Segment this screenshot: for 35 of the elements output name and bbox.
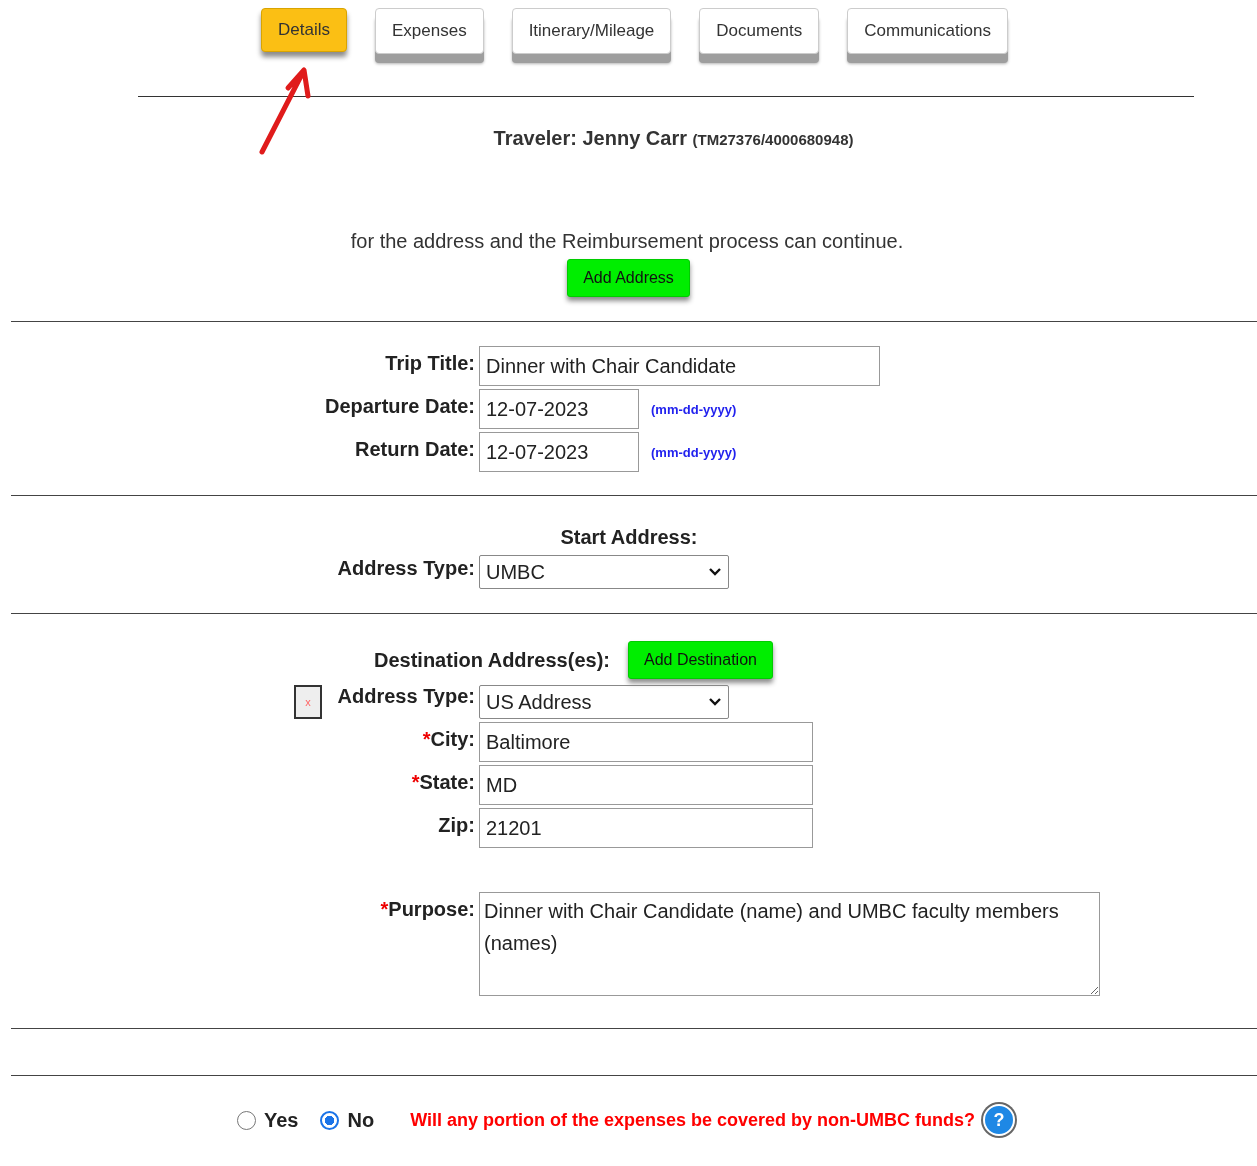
notice-text: for the address and the Reimbursement process can continue.: [349, 230, 905, 253]
traveler-title: Traveler: Jenny Carr (TM27376/4000680948): [492, 127, 855, 150]
text-field[interactable]: Dinner with Chair Candidate: [479, 346, 880, 386]
address-type-select[interactable]: UMBC: [479, 555, 729, 589]
chevron-down-icon: [708, 567, 722, 577]
radio-button[interactable]: [320, 1110, 340, 1130]
radio-label: Yes: [264, 1108, 299, 1132]
field-label: Trip Title:: [385, 351, 475, 375]
funding-question: Will any portion of the expenses be covered by non-UMBC funds?: [410, 1109, 976, 1131]
section-heading: Start Address:: [560, 526, 698, 549]
text-field[interactable]: MD: [479, 765, 813, 805]
field-label: *Purpose:: [380, 897, 475, 921]
date-format-hint: (mm-dd-yyyy): [651, 401, 737, 417]
text-field[interactable]: Baltimore: [479, 722, 813, 762]
tab[interactable]: Details: [261, 8, 347, 52]
field-label: *City:: [422, 727, 475, 751]
help-button[interactable]: ?: [983, 1104, 1016, 1136]
date-field[interactable]: 12-07-2023: [479, 432, 639, 472]
date-field[interactable]: 12-07-2023: [479, 389, 639, 429]
add-destination-button[interactable]: Add Destination: [627, 641, 773, 679]
field-label: Address Type:: [337, 685, 475, 708]
text-field[interactable]: 21201: [479, 808, 813, 848]
radio-button[interactable]: [237, 1110, 256, 1130]
radio-label: No: [347, 1108, 375, 1132]
field-label: Return Date:: [355, 437, 475, 461]
field-label: *State:: [411, 770, 475, 794]
address-type-select[interactable]: US Address: [479, 685, 729, 719]
purpose-textarea[interactable]: Dinner with Chair Candidate (name) and UMBC faculty members (names): [479, 892, 1100, 996]
field-label: Address Type:: [337, 556, 475, 580]
chevron-down-icon: [708, 697, 722, 707]
field-label: Zip:: [438, 813, 475, 837]
date-format-hint: (mm-dd-yyyy): [651, 444, 737, 460]
field-label: Departure Date:: [324, 394, 475, 418]
add-address-button[interactable]: Add Address: [567, 259, 690, 297]
section-heading: Destination Address(es):: [374, 648, 610, 672]
